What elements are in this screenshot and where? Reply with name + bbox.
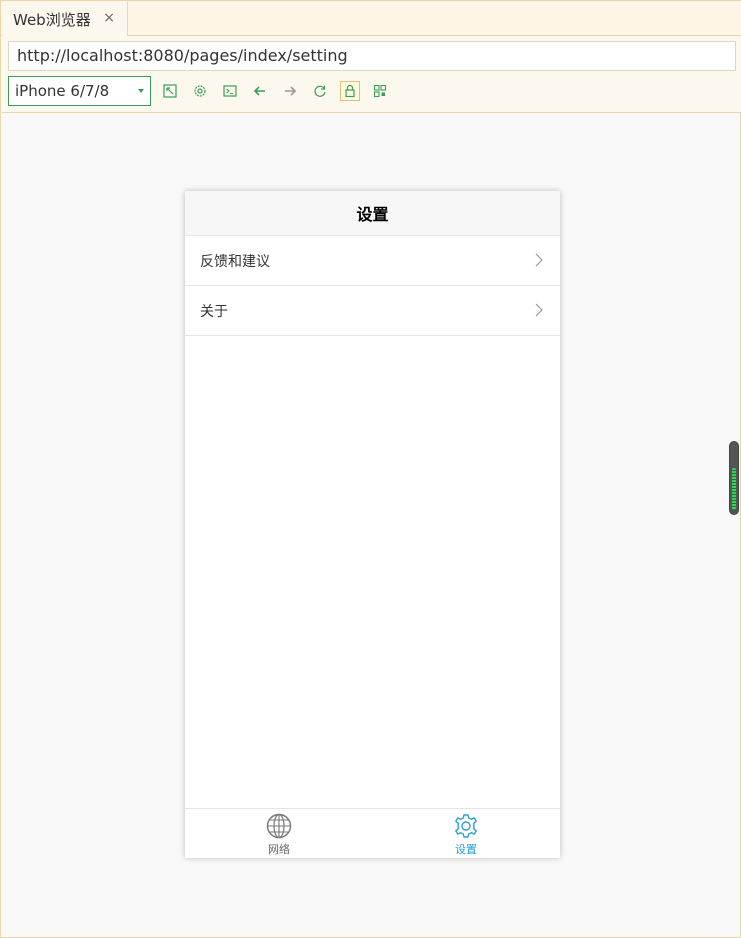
tab-network[interactable]: 网络	[229, 809, 329, 858]
chevron-down-icon	[138, 89, 144, 93]
tab-strip: Web浏览器 ×	[1, 1, 741, 36]
list-item-feedback[interactable]: 反馈和建议	[185, 236, 560, 286]
tab-settings[interactable]: 设置	[416, 809, 516, 858]
scroll-handle-fill	[732, 468, 736, 510]
lock-icon[interactable]	[340, 81, 360, 101]
settings-icon[interactable]	[190, 81, 210, 101]
close-icon[interactable]: ×	[103, 11, 115, 25]
page-title: 设置	[185, 191, 560, 236]
tab-web-browser[interactable]: Web浏览器 ×	[2, 2, 128, 36]
tab-title: Web浏览器	[13, 10, 91, 29]
list-item-label: 反馈和建议	[200, 253, 270, 270]
console-icon[interactable]	[220, 81, 240, 101]
tab-label: 网络	[268, 843, 290, 856]
gear-icon	[455, 814, 477, 838]
reload-icon[interactable]	[310, 81, 330, 101]
address-bar[interactable]: http://localhost:8080/pages/index/settin…	[8, 41, 736, 71]
resize-icon[interactable]	[160, 81, 180, 101]
browser-toolbar: http://localhost:8080/pages/index/settin…	[2, 36, 741, 113]
globe-icon	[266, 813, 292, 839]
chevron-right-icon	[535, 253, 543, 267]
qrcode-icon[interactable]	[370, 81, 390, 101]
forward-icon[interactable]	[280, 81, 300, 101]
list-item-label: 关于	[200, 303, 228, 320]
chevron-right-icon	[535, 303, 543, 317]
list-item-about[interactable]: 关于	[185, 286, 560, 336]
bottom-tabbar: 网络 设置	[185, 808, 560, 858]
phone-viewport: 设置 反馈和建议 关于 网络 设置	[185, 191, 560, 858]
scroll-handle[interactable]	[729, 441, 739, 515]
device-select[interactable]: iPhone 6/7/8	[8, 76, 151, 106]
tab-label: 设置	[455, 843, 477, 856]
back-icon[interactable]	[250, 81, 270, 101]
device-select-value: iPhone 6/7/8	[15, 82, 110, 100]
browser-window: Web浏览器 × http://localhost:8080/pages/ind…	[0, 0, 741, 938]
